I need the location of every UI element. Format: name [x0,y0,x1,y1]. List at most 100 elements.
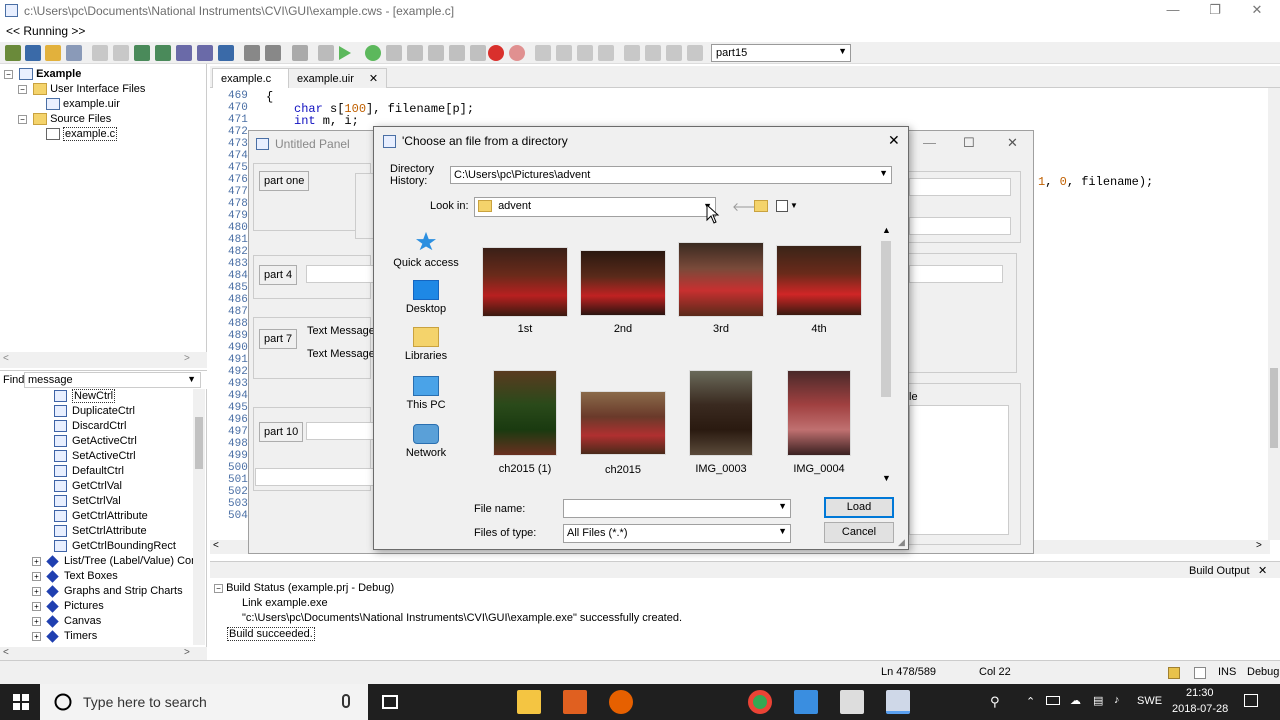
string-field[interactable] [909,265,1003,283]
continue-icon[interactable] [365,45,381,61]
scroll-left-icon[interactable]: < [213,540,219,551]
open-icon[interactable] [45,45,61,61]
category-item[interactable]: + Canvas [32,614,101,628]
output-close-icon[interactable]: ✕ [1258,564,1267,577]
collapse-icon[interactable]: − [214,583,223,593]
clock-date[interactable]: 2018-07-28 [1172,703,1228,715]
taskbar-search[interactable]: Type here to search [40,684,368,720]
terminate-icon[interactable] [509,45,525,61]
cancel-button[interactable]: Cancel [824,522,894,543]
clock-time[interactable]: 21:30 [1186,687,1214,699]
resize-grip-icon[interactable]: ◢ [898,537,905,548]
string-field[interactable] [255,468,375,486]
chevron-down-icon[interactable]: ▼ [187,374,196,384]
sidebar-libraries[interactable]: Libraries [386,327,466,362]
tree-file-c[interactable]: example.c [46,127,118,141]
tray-up-icon[interactable]: ⌃ [1026,695,1035,708]
part-10-button[interactable]: part 10 [259,422,304,442]
step-into-icon[interactable] [407,45,423,61]
scroll-thumb[interactable] [1270,368,1278,448]
file-thumb[interactable]: 3rd [674,242,768,335]
file-thumb[interactable]: ch2015 [576,391,670,476]
find-icon[interactable] [244,45,260,61]
up-folder-icon[interactable] [754,200,768,212]
scroll-down-icon[interactable]: ▼ [882,473,891,483]
function-item[interactable]: DiscardCtrl [54,420,126,433]
collapse-icon[interactable]: − [4,69,13,79]
part-one-button[interactable]: part one [259,171,310,191]
memory-icon[interactable] [598,45,614,61]
file-thumb[interactable]: 2nd [576,250,670,335]
close-icon[interactable]: ✕ [369,73,378,85]
files-of-type-select[interactable]: All Files (*.*) ▼ [563,524,791,543]
toggle-icon[interactable] [687,45,703,61]
collapse-icon[interactable]: − [18,114,27,124]
expand-icon[interactable]: + [32,601,41,611]
watch-icon[interactable] [556,45,572,61]
function-item[interactable]: GetCtrlVal [54,480,122,493]
build-icon[interactable] [318,45,334,61]
step-over-icon[interactable] [386,45,402,61]
code-vscrollbar[interactable] [1268,88,1280,540]
close-icon[interactable]: ✕ [1007,135,1018,151]
file-explorer-icon[interactable] [517,690,541,714]
labwindows-icon[interactable] [794,690,818,714]
code-icon[interactable] [666,45,682,61]
panel-icon[interactable] [645,45,661,61]
indent-icon[interactable] [134,45,150,61]
scroll-thumb[interactable] [881,241,891,397]
active-app-icon[interactable] [886,690,910,714]
function-item[interactable]: GetCtrlBoundingRect [54,540,176,553]
numeric-field[interactable] [306,265,376,283]
dialog-close-button[interactable]: ✕ [888,132,900,149]
function-hscrollbar[interactable]: < > [0,647,207,660]
numeric-field[interactable] [306,422,376,440]
file-name-input[interactable]: ▼ [563,499,791,518]
replace-icon[interactable] [265,45,281,61]
uir-icon[interactable] [624,45,640,61]
variables-icon[interactable] [577,45,593,61]
category-item[interactable]: + Graphs and Strip Charts [32,584,183,598]
tree-group-uir[interactable]: − User Interface Files [18,83,145,96]
category-item[interactable]: + Pictures [32,599,104,613]
function-item[interactable]: SetCtrlVal [54,495,121,508]
task-view-icon[interactable] [382,695,398,709]
chevron-down-icon[interactable]: ▼ [790,201,798,210]
part-7-button[interactable]: part 7 [259,329,298,349]
expand-icon[interactable]: + [32,616,41,626]
file-thumb[interactable]: 4th [772,245,866,335]
windows-start-icon[interactable] [13,694,29,710]
load-button[interactable]: Load [824,497,894,518]
break-icon[interactable] [470,45,486,61]
tree-file-uir[interactable]: example.uir [46,98,120,111]
step-out-icon[interactable] [428,45,444,61]
redo-icon[interactable] [197,45,213,61]
cloud-icon[interactable]: ☁ [1070,694,1081,707]
outdent-icon[interactable] [155,45,171,61]
function-vscrollbar[interactable] [193,389,205,645]
function-item[interactable]: GetCtrlAttribute [54,510,148,523]
scroll-left-icon[interactable]: < [3,353,9,364]
people-icon[interactable]: ⚲ [990,694,1000,710]
save-icon[interactable] [66,45,82,61]
tree-hscrollbar[interactable]: < > [0,352,207,368]
sidebar-this-pc[interactable]: This PC [386,376,466,411]
scroll-thumb[interactable] [195,417,203,469]
tree-root[interactable]: − Example [4,68,81,81]
minimize-icon[interactable]: — [923,135,936,150]
sidebar-quick-access[interactable]: Quick access [386,231,466,269]
media-player-icon[interactable] [563,690,587,714]
microphone-icon[interactable] [342,694,350,708]
network-tray-icon[interactable]: ▤ [1093,694,1103,707]
scroll-right-icon[interactable]: > [184,353,190,364]
firefox-icon[interactable] [609,690,633,714]
battery-icon[interactable] [1046,696,1060,705]
expand-icon[interactable]: + [32,586,41,596]
category-item[interactable]: + Timers [32,629,97,643]
part-4-button[interactable]: part 4 [259,265,298,285]
scroll-right-icon[interactable]: > [1256,540,1262,551]
function-item[interactable]: SetCtrlAttribute [54,525,147,538]
expand-icon[interactable]: + [32,571,41,581]
category-item[interactable]: + Text Boxes [32,569,118,583]
text-box[interactable] [909,405,1009,535]
